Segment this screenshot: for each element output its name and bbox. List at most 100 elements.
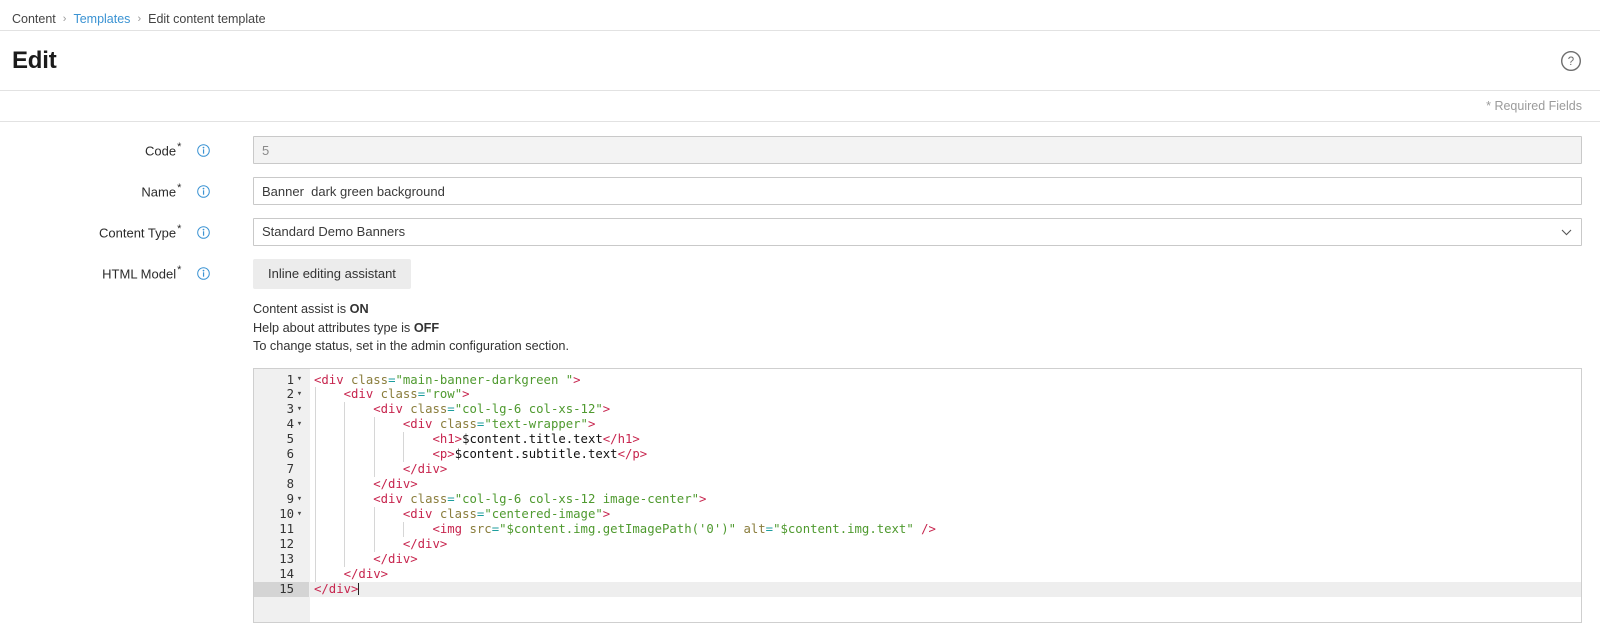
- code-token-eq: =: [417, 387, 426, 402]
- required-marker: *: [177, 182, 182, 194]
- editor-gutter: 1 ▾ 2 ▾ 3 ▾ 4 ▾ 5 6 7 8 9 ▾ 10 ▾ 11 12 13 14 15: [254, 368, 310, 622]
- breadcrumb-separator-icon: ›: [62, 13, 67, 25]
- breadcrumb-item-current: Edit content template: [148, 12, 266, 26]
- fold-arrow-icon[interactable]: ▾: [294, 390, 305, 399]
- code-token-eq: =: [447, 492, 455, 506]
- code-token-str: "$content.img.getImagePath('0')": [499, 521, 737, 536]
- code-token-tag: >: [462, 387, 470, 402]
- html-model-status: Content assist is ON Help about attribut…: [253, 300, 1582, 356]
- breadcrumb-item-content[interactable]: Content: [12, 10, 56, 28]
- gutter-line: 8: [254, 477, 309, 492]
- code-token-attr: class: [380, 387, 418, 402]
- label-html-model-text: HTML Model: [102, 266, 177, 282]
- code-line: <h1>$content.title.text</h1>: [310, 432, 1581, 447]
- info-circle-icon[interactable]: [197, 185, 210, 199]
- code-token-tag: >: [573, 372, 581, 387]
- code-token-str: "text-wrapper": [484, 417, 588, 432]
- html-code-editor[interactable]: 1 ▾ 2 ▾ 3 ▾ 4 ▾ 5 6 7 8 9 ▾ 10 ▾ 11 12 13 14 15 <div class="…: [253, 367, 1582, 623]
- breadcrumb-separator-icon: ›: [137, 13, 142, 25]
- gutter-line: 3 ▾: [254, 402, 309, 417]
- gutter-line: 14: [254, 567, 309, 582]
- code-token-tag: <div: [373, 402, 411, 417]
- editor-code-area[interactable]: <div class="main-banner-darkgreen "> <di…: [310, 368, 1581, 622]
- form-row-html-model: HTML Model* Inline editing assistant Con…: [0, 259, 1600, 623]
- status-line-attributes-help-prefix: Help about attributes type is: [253, 320, 414, 335]
- field-area-code: [210, 136, 1600, 164]
- code-input[interactable]: [253, 136, 1582, 164]
- breadcrumb-item-templates[interactable]: Templates: [73, 10, 130, 28]
- code-token-tag: <div: [402, 417, 440, 432]
- line-number: 8: [286, 477, 294, 492]
- fold-arrow-icon[interactable]: ▾: [294, 509, 305, 519]
- code-line: </div>: [310, 462, 1581, 477]
- code-token-tag: <div: [343, 387, 381, 402]
- code-token-tag: />: [913, 521, 936, 536]
- fold-arrow-icon[interactable]: ▾: [294, 494, 305, 504]
- field-area-html-model: Inline editing assistant Content assist …: [210, 259, 1600, 623]
- fold-arrow-icon[interactable]: ▾: [294, 420, 305, 429]
- code-line: </div>: [310, 552, 1581, 567]
- code-token-attr: class: [439, 417, 477, 432]
- label-name: Name*: [0, 177, 210, 199]
- line-number: 13: [279, 551, 294, 566]
- form-row-name: Name*: [0, 177, 1600, 205]
- page-header: Edit ?: [0, 31, 1600, 90]
- info-circle-icon[interactable]: [197, 144, 210, 158]
- name-input[interactable]: [253, 177, 1582, 205]
- code-token-tag: </div>: [402, 462, 448, 477]
- code-token-tag: <h1>: [432, 432, 463, 447]
- line-number: 7: [286, 462, 294, 477]
- info-circle-icon[interactable]: [197, 226, 210, 240]
- line-number: 3: [286, 402, 294, 417]
- required-marker: *: [177, 223, 182, 235]
- code-token-str: "col-lg-6 col-xs-12": [454, 402, 603, 417]
- code-token-eq: =: [765, 521, 774, 536]
- field-area-content-type: Standard Demo Banners: [210, 218, 1600, 246]
- code-line: <div class="col-lg-6 col-xs-12">: [310, 402, 1581, 417]
- field-area-name: [210, 177, 1600, 205]
- code-token-attr: class: [410, 492, 448, 506]
- line-number: 4: [286, 417, 294, 432]
- status-line-content-assist-state: ON: [349, 302, 369, 316]
- fold-arrow-icon[interactable]: ▾: [294, 375, 305, 384]
- line-number: 11: [279, 521, 294, 536]
- code-token-eq: =: [447, 402, 455, 417]
- code-token-tag: </div>: [373, 551, 418, 566]
- status-line-content-assist-prefix: Content assist is: [253, 302, 350, 316]
- code-token-attr: class: [351, 372, 389, 387]
- code-token-eq: =: [491, 521, 500, 536]
- required-marker: *: [177, 141, 182, 153]
- code-line: <img src="$content.img.getImagePath('0')…: [310, 522, 1581, 537]
- code-token-tag: </h1>: [602, 432, 640, 447]
- code-line: <div class="row">: [310, 387, 1581, 402]
- code-token-tag: </div>: [373, 477, 418, 492]
- fold-arrow-icon[interactable]: ▾: [294, 405, 305, 414]
- line-number: 14: [279, 566, 294, 581]
- code-token-str: "centered-image": [484, 506, 603, 521]
- code-token-str: "col-lg-6 col-xs-12 image-center": [454, 492, 700, 506]
- code-token-attr: class: [439, 506, 477, 521]
- inline-editing-assistant-button[interactable]: Inline editing assistant: [253, 259, 411, 289]
- info-circle-icon[interactable]: [197, 267, 210, 281]
- line-number: 15: [279, 581, 294, 596]
- line-number: 10: [279, 506, 294, 521]
- content-type-select[interactable]: Standard Demo Banners: [253, 218, 1582, 246]
- gutter-line: 5: [254, 432, 309, 447]
- gutter-line: 11: [254, 522, 309, 537]
- code-line: <p>$content.subtitle.text</p>: [310, 447, 1581, 462]
- required-fields-note: * Required Fields: [1486, 99, 1582, 113]
- gutter-line: 10 ▾: [254, 507, 309, 522]
- status-line-attributes-help: Help about attributes type is OFF: [253, 319, 1582, 338]
- code-token-tag: </div>: [402, 536, 448, 551]
- code-line: <div class="col-lg-6 col-xs-12 image-cen…: [310, 492, 1581, 507]
- status-line-content-assist: Content assist is ON: [253, 300, 1582, 319]
- help-circle-icon[interactable]: ?: [1560, 50, 1582, 72]
- gutter-line: 13: [254, 552, 309, 567]
